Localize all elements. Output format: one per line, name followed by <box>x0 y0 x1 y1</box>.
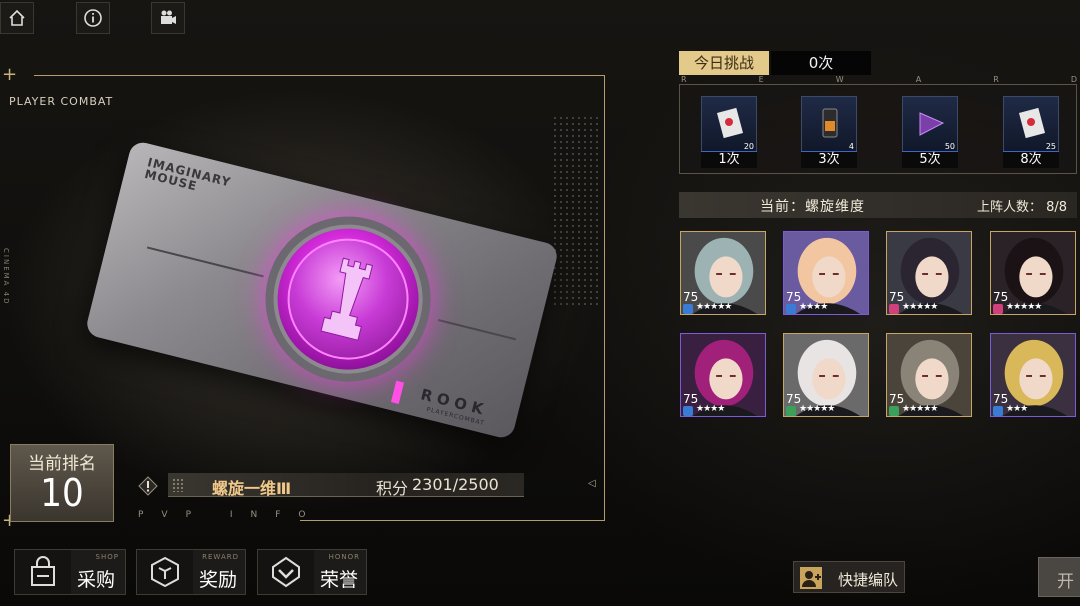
pvp-info-label: PVP INFO <box>138 510 324 520</box>
reward-threshold: 3次 <box>801 152 857 168</box>
rook-chess-icon <box>320 257 374 341</box>
star-rating: ★★★★★ <box>696 302 732 312</box>
info-dots-decor <box>172 478 184 492</box>
quick-team-button[interactable]: 快捷编队 <box>793 561 905 593</box>
purple-shard-icon <box>919 112 945 136</box>
quick-team-label: 快捷编队 <box>838 571 899 589</box>
reward-button[interactable]: REWARD 奖励 <box>136 549 246 595</box>
camera-icon <box>161 10 176 24</box>
rank-card: IMAGINARY MOUSE ROOK PLAYERCOMBAT <box>80 139 560 441</box>
honor-badge-icon <box>272 556 300 588</box>
honor-label: 荣誉 <box>320 569 359 591</box>
home-icon <box>9 9 25 26</box>
battery-icon <box>822 108 838 138</box>
character-card[interactable]: 75 ★★★★★ <box>783 333 869 417</box>
character-card[interactable]: 75 ★★★★★ <box>680 231 766 315</box>
corner-plus-top: + <box>2 64 18 85</box>
add-member-icon <box>800 567 822 589</box>
character-card[interactable]: 75 ★★★★★ <box>990 231 1076 315</box>
character-card[interactable]: 75 ★★★ <box>990 333 1076 417</box>
shop-button[interactable]: SHOP 采购 <box>14 549 126 595</box>
reward-threshold: 1次 <box>701 152 757 168</box>
character-card[interactable]: 75 ★★★★★ <box>886 333 972 417</box>
reward-threshold: 5次 <box>902 152 958 168</box>
element-icon <box>683 304 693 314</box>
side-vertical-text: CINEMA 4D <box>2 248 10 306</box>
star-rating: ★★★★★ <box>902 302 938 312</box>
card-line-right <box>437 319 517 341</box>
star-rating: ★★★★ <box>696 404 725 414</box>
reward-item[interactable]: 25 <box>1003 96 1059 154</box>
home-button[interactable] <box>0 2 34 34</box>
frame-top-line <box>34 75 604 76</box>
honor-sub-label: HONOR <box>328 553 360 561</box>
start-button[interactable]: 开 <box>1038 557 1080 597</box>
shop-sub-label: SHOP <box>95 553 119 561</box>
today-challenge-count: 0次 <box>771 51 871 75</box>
start-label: 开 <box>1057 572 1074 592</box>
dot-grid-decor <box>552 115 602 305</box>
shop-bag-icon <box>31 556 55 586</box>
star-rating: ★★★★★ <box>1006 302 1042 312</box>
reward-label: 奖励 <box>199 569 238 591</box>
star-rating: ★★★★ <box>799 302 828 312</box>
star-rating: ★★★★★ <box>799 404 835 414</box>
character-card[interactable]: 75 ★★★★ <box>680 333 766 417</box>
element-icon <box>993 406 1003 416</box>
warning-icon[interactable] <box>137 475 159 497</box>
info-button[interactable] <box>76 2 110 34</box>
character-card[interactable]: 75 ★★★★★ <box>886 231 972 315</box>
reward-threshold: 8次 <box>1003 152 1059 168</box>
score-value: 2301/2500 <box>412 475 499 494</box>
star-rating: ★★★★★ <box>902 404 938 414</box>
triangle-left-icon: ◁ <box>588 478 596 489</box>
current-dimension-label: 当前：螺旋维度 <box>760 199 865 215</box>
frame-right-line <box>604 75 605 521</box>
card-name: IMAGINARY MOUSE <box>143 155 233 194</box>
element-icon <box>889 406 899 416</box>
reward-sub-label: REWARD <box>202 553 239 561</box>
frame-bottom-line <box>300 520 605 521</box>
camera-button[interactable] <box>151 2 185 34</box>
card-pack-icon <box>1018 107 1046 139</box>
element-icon <box>786 304 796 314</box>
card-line-left <box>146 246 264 278</box>
honor-button[interactable]: HONOR 荣誉 <box>257 549 367 595</box>
rank-card-body: IMAGINARY MOUSE ROOK PLAYERCOMBAT <box>84 139 560 441</box>
element-icon <box>683 406 693 416</box>
rook-medal <box>248 199 449 400</box>
today-challenge-tab[interactable]: 今日挑战 <box>679 51 769 75</box>
element-icon <box>786 406 796 416</box>
character-card[interactable]: 75 ★★★★ <box>783 231 869 315</box>
reward-cube-icon <box>151 556 179 588</box>
rank-value: 10 <box>40 471 84 515</box>
info-icon <box>84 9 102 27</box>
deploy-count-label: 上阵人数： 8/8 <box>977 200 1068 215</box>
reward-item[interactable]: 20 <box>701 96 757 154</box>
card-pack-icon <box>716 107 744 139</box>
player-combat-title: PLAYER COMBAT <box>9 95 114 108</box>
element-icon <box>889 304 899 314</box>
shop-label: 采购 <box>77 569 116 591</box>
deploy-count: 8/8 <box>1046 200 1068 215</box>
rook-accent-bar <box>390 380 405 404</box>
score-label: 积分 <box>376 479 409 498</box>
star-rating: ★★★ <box>1006 404 1028 414</box>
reward-item[interactable]: 50 <box>902 96 958 154</box>
dimension-name: 螺旋一维Ⅲ <box>212 479 292 498</box>
current-rank-box: 当前排名 10 <box>10 444 114 522</box>
reward-panel: 20 1次 4 3次 50 5次 25 8次 <box>679 84 1077 174</box>
element-icon <box>993 304 1003 314</box>
reward-item[interactable]: 4 <box>801 96 857 154</box>
